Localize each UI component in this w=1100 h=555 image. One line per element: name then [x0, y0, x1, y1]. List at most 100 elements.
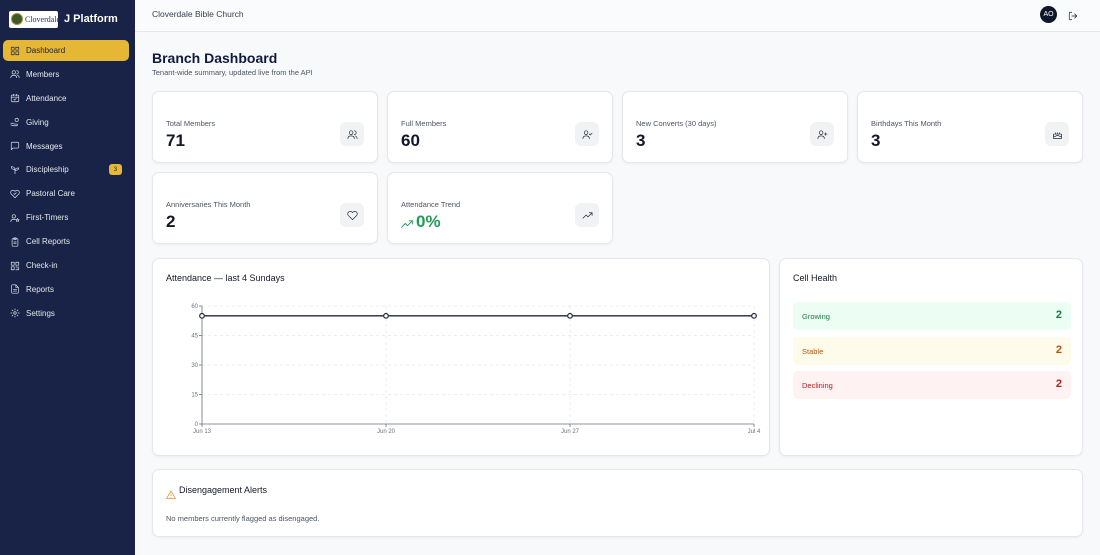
- y-tick-label: 60: [191, 304, 198, 310]
- sidebar-item-label: First-Timers: [26, 213, 69, 223]
- discipleship-badge: 3: [109, 164, 122, 176]
- message-square-icon: [9, 140, 21, 152]
- qr-code-icon: [9, 260, 21, 272]
- stat-value: 2: [166, 212, 176, 231]
- user-check-icon: [575, 122, 599, 146]
- sidebar-item-members[interactable]: Members: [3, 64, 129, 85]
- grid-icon: [9, 45, 21, 57]
- alerts-empty-text: No members currently flagged as disengag…: [166, 514, 320, 523]
- health-count: 2: [1055, 344, 1062, 356]
- sidebar-item-giving[interactable]: Giving: [3, 112, 129, 133]
- sidebar-item-messages[interactable]: Messages: [3, 136, 129, 157]
- disengagement-alerts-card: Disengagement Alerts No members currentl…: [152, 469, 1083, 537]
- church-logo: Cloverdale: [9, 10, 61, 28]
- avatar[interactable]: AO: [1040, 6, 1057, 23]
- sidebar-nav: Dashboard Members Attendance Giving Mess…: [0, 40, 135, 324]
- heart-icon: [340, 203, 364, 227]
- cell-health-row-declining: Declining 2: [793, 371, 1071, 399]
- sidebar-item-reports[interactable]: Reports: [3, 279, 129, 300]
- attendance-data-point: [567, 312, 573, 319]
- brand[interactable]: Cloverdale J Platform: [0, 2, 135, 36]
- sidebar-item-label: Discipleship: [26, 165, 69, 175]
- cell-health-title: Cell Health: [793, 273, 838, 283]
- cell-health-card: Cell Health Growing 2 Stable 2 Declining…: [779, 258, 1083, 456]
- trending-up-icon: [575, 203, 599, 227]
- gear-icon: [9, 307, 21, 319]
- users-icon: [340, 122, 364, 146]
- stat-card-attendance-trend: Attendance Trend 0%: [387, 172, 613, 244]
- attendance-data-point: [383, 312, 389, 319]
- sidebar-item-label: Pastoral Care: [26, 189, 75, 199]
- health-label: Stable: [802, 347, 824, 356]
- stat-label: Anniversaries This Month: [166, 200, 251, 209]
- stat-value: 3: [871, 131, 881, 150]
- heart-handshake-icon: [9, 188, 21, 200]
- sidebar-item-label: Attendance: [26, 93, 67, 103]
- attendance-line-chart: 0 15 30 45 60 Jun 13 Jun 20 Jun 27 Jul 4: [191, 304, 761, 435]
- y-tick-label: 15: [191, 393, 198, 399]
- users-icon: [9, 68, 21, 80]
- sidebar-item-pastoral-care[interactable]: Pastoral Care: [3, 183, 129, 204]
- stat-value: 71: [166, 131, 185, 150]
- sidebar-item-first-timers[interactable]: First-Timers: [3, 207, 129, 228]
- calendar-check-icon: [9, 92, 21, 104]
- stat-card-total-members: Total Members 71: [152, 91, 378, 163]
- sidebar-item-attendance[interactable]: Attendance: [3, 88, 129, 109]
- y-tick-label: 45: [191, 334, 198, 340]
- sidebar-item-settings[interactable]: Settings: [3, 303, 129, 324]
- hand-coins-icon: [9, 116, 21, 128]
- cell-health-row-stable: Stable 2: [793, 337, 1071, 365]
- x-tick-label: Jun 27: [561, 429, 580, 435]
- stat-label: Full Members: [401, 119, 447, 128]
- health-count: 2: [1055, 378, 1062, 390]
- alerts-title: Disengagement Alerts: [179, 485, 268, 495]
- cake-icon: [1045, 122, 1069, 146]
- logout-icon[interactable]: [1068, 8, 1080, 21]
- page-title: Branch Dashboard: [152, 50, 278, 66]
- y-tick-label: 0: [195, 422, 199, 428]
- sidebar-item-discipleship[interactable]: Discipleship 3: [3, 159, 129, 180]
- file-text-icon: [9, 283, 21, 295]
- trending-up-icon: [401, 216, 414, 228]
- sidebar-item-cell-reports[interactable]: Cell Reports: [3, 231, 129, 252]
- stat-label: Total Members: [166, 119, 216, 128]
- sidebar-item-label: Check-in: [26, 261, 58, 271]
- logo-text: Cloverdale: [25, 14, 61, 24]
- stat-label: Attendance Trend: [401, 200, 461, 209]
- cell-health-row-growing: Growing 2: [793, 302, 1071, 330]
- y-tick-label: 30: [191, 363, 198, 369]
- sidebar-item-check-in[interactable]: Check-in: [3, 255, 129, 276]
- stat-label: Birthdays This Month: [871, 119, 942, 128]
- sidebar-item-label: Messages: [26, 141, 63, 151]
- stat-card-anniversaries: Anniversaries This Month 2: [152, 172, 378, 244]
- stat-value: 60: [401, 131, 420, 150]
- warning-triangle-icon: [166, 486, 176, 499]
- sidebar-item-label: Reports: [26, 284, 55, 294]
- sprout-icon: [9, 164, 21, 176]
- page-subtitle: Tenant-wide summary, updated live from t…: [152, 68, 313, 77]
- sidebar: Cloverdale J Platform Dashboard Members …: [0, 0, 135, 555]
- x-tick-label: Jun 20: [377, 429, 396, 435]
- sidebar-item-label: Giving: [26, 117, 49, 127]
- stat-card-full-members: Full Members 60: [387, 91, 613, 163]
- user-star-icon: [9, 212, 21, 224]
- sidebar-item-label: Dashboard: [26, 46, 66, 55]
- top-header: Cloverdale Bible Church AO: [135, 0, 1100, 32]
- x-tick-label: Jul 4: [748, 429, 761, 435]
- attendance-data-point: [199, 312, 205, 319]
- sidebar-item-label: Settings: [26, 308, 55, 318]
- clipboard-icon: [9, 236, 21, 248]
- stat-value: 3: [636, 131, 646, 150]
- stat-card-new-converts: New Converts (30 days) 3: [622, 91, 848, 163]
- x-tick-label: Jun 13: [193, 429, 212, 435]
- brand-name: J Platform: [64, 13, 118, 25]
- stat-value: 0%: [416, 212, 441, 231]
- health-label: Growing: [802, 312, 830, 321]
- attendance-data-point: [751, 312, 757, 319]
- stat-card-birthdays: Birthdays This Month 3: [857, 91, 1083, 163]
- sidebar-item-dashboard[interactable]: Dashboard: [3, 40, 129, 61]
- stat-label: New Converts (30 days): [636, 119, 717, 128]
- sidebar-item-label: Members: [26, 69, 60, 79]
- attendance-chart-card: Attendance — last 4 Sundays 0 15 30 45 60 Jun…: [152, 258, 770, 456]
- org-name: Cloverdale Bible Church: [152, 9, 244, 19]
